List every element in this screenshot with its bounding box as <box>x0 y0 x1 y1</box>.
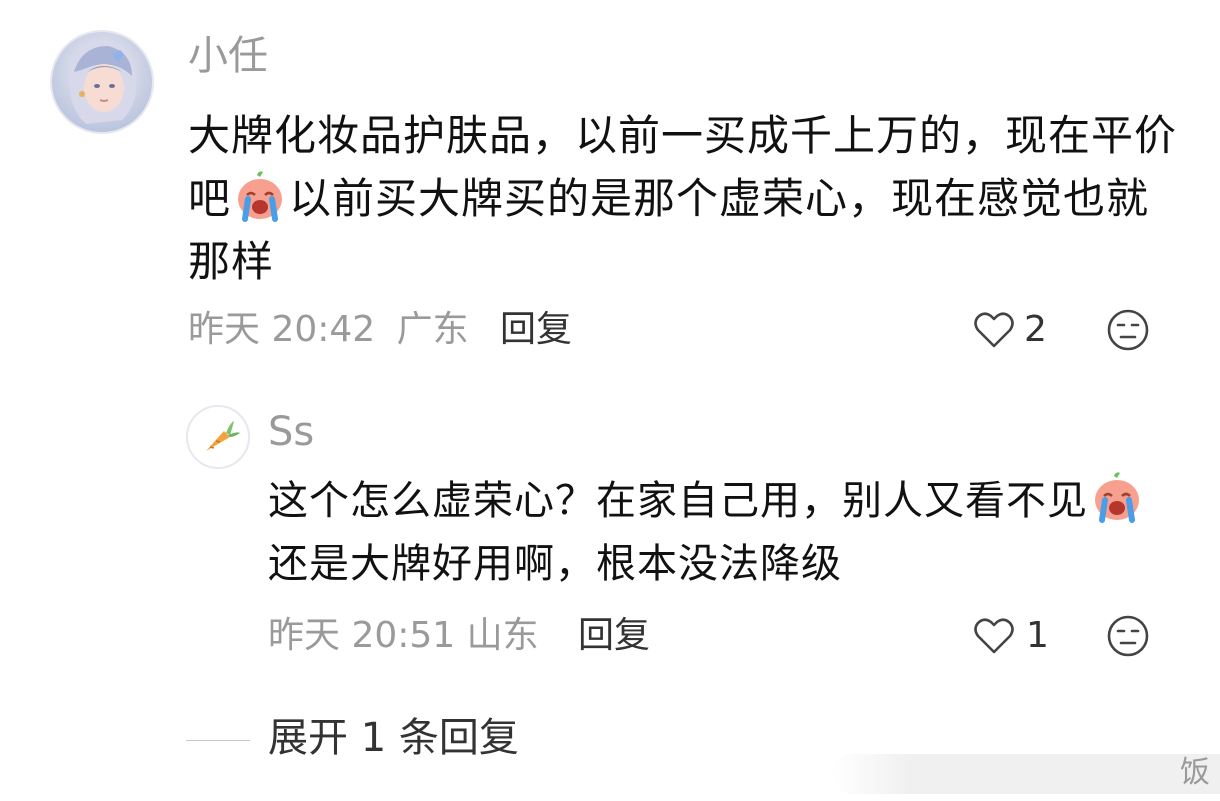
watermark-text: 饭 <box>1180 755 1210 790</box>
reply-like-count: 1 <box>1026 615 1049 656</box>
comment-text: 大牌化妆品护肤品，以前一买成千上万的，现在平价吧 以前买大牌买的是那个虚荣心，现… <box>188 104 1178 293</box>
reply-avatar[interactable] <box>186 405 250 469</box>
reply-text-part-1: 这个怎么虚荣心？在家自己用，别人又看不见 <box>268 478 1088 524</box>
comment-meta: 昨天 20:42 广东 <box>188 306 469 354</box>
reply-reply-button[interactable]: 回复 <box>578 612 650 660</box>
heart-outline-icon[interactable] <box>972 308 1016 352</box>
neutral-face-icon[interactable] <box>1106 308 1150 352</box>
reply-text-part-2: 还是大牌好用啊，根本没法降级 <box>268 541 842 587</box>
watermark-bar <box>832 754 1220 794</box>
carrot-icon <box>206 421 240 451</box>
reply-location: 山东 <box>466 615 539 656</box>
heart-outline-icon[interactable] <box>972 614 1016 658</box>
reply-meta: 昨天 20:51 山东 <box>268 612 539 660</box>
crying-emoji-icon <box>1090 470 1144 524</box>
crying-emoji-icon <box>233 169 287 223</box>
comment-text-part-2: 以前买大牌买的是那个虚荣心，现在感觉也就那样 <box>188 174 1150 286</box>
like-count: 2 <box>1024 309 1047 350</box>
comment-username[interactable]: 小任 <box>188 30 268 82</box>
reply-username[interactable]: Ss <box>268 406 314 458</box>
reply-button[interactable]: 回复 <box>500 306 572 354</box>
comment-location: 广东 <box>396 309 469 350</box>
comment-time: 昨天 20:42 <box>188 309 376 350</box>
reply-time: 昨天 20:51 <box>268 615 456 656</box>
avatar[interactable] <box>50 30 154 134</box>
reply-text: 这个怎么虚荣心？在家自己用，别人又看不见 还是大牌好用啊，根本没法降级 <box>268 470 1168 596</box>
expand-replies-button[interactable]: 展开 1 条回复 <box>268 712 519 764</box>
neutral-face-icon[interactable] <box>1106 614 1150 658</box>
divider <box>186 740 250 741</box>
